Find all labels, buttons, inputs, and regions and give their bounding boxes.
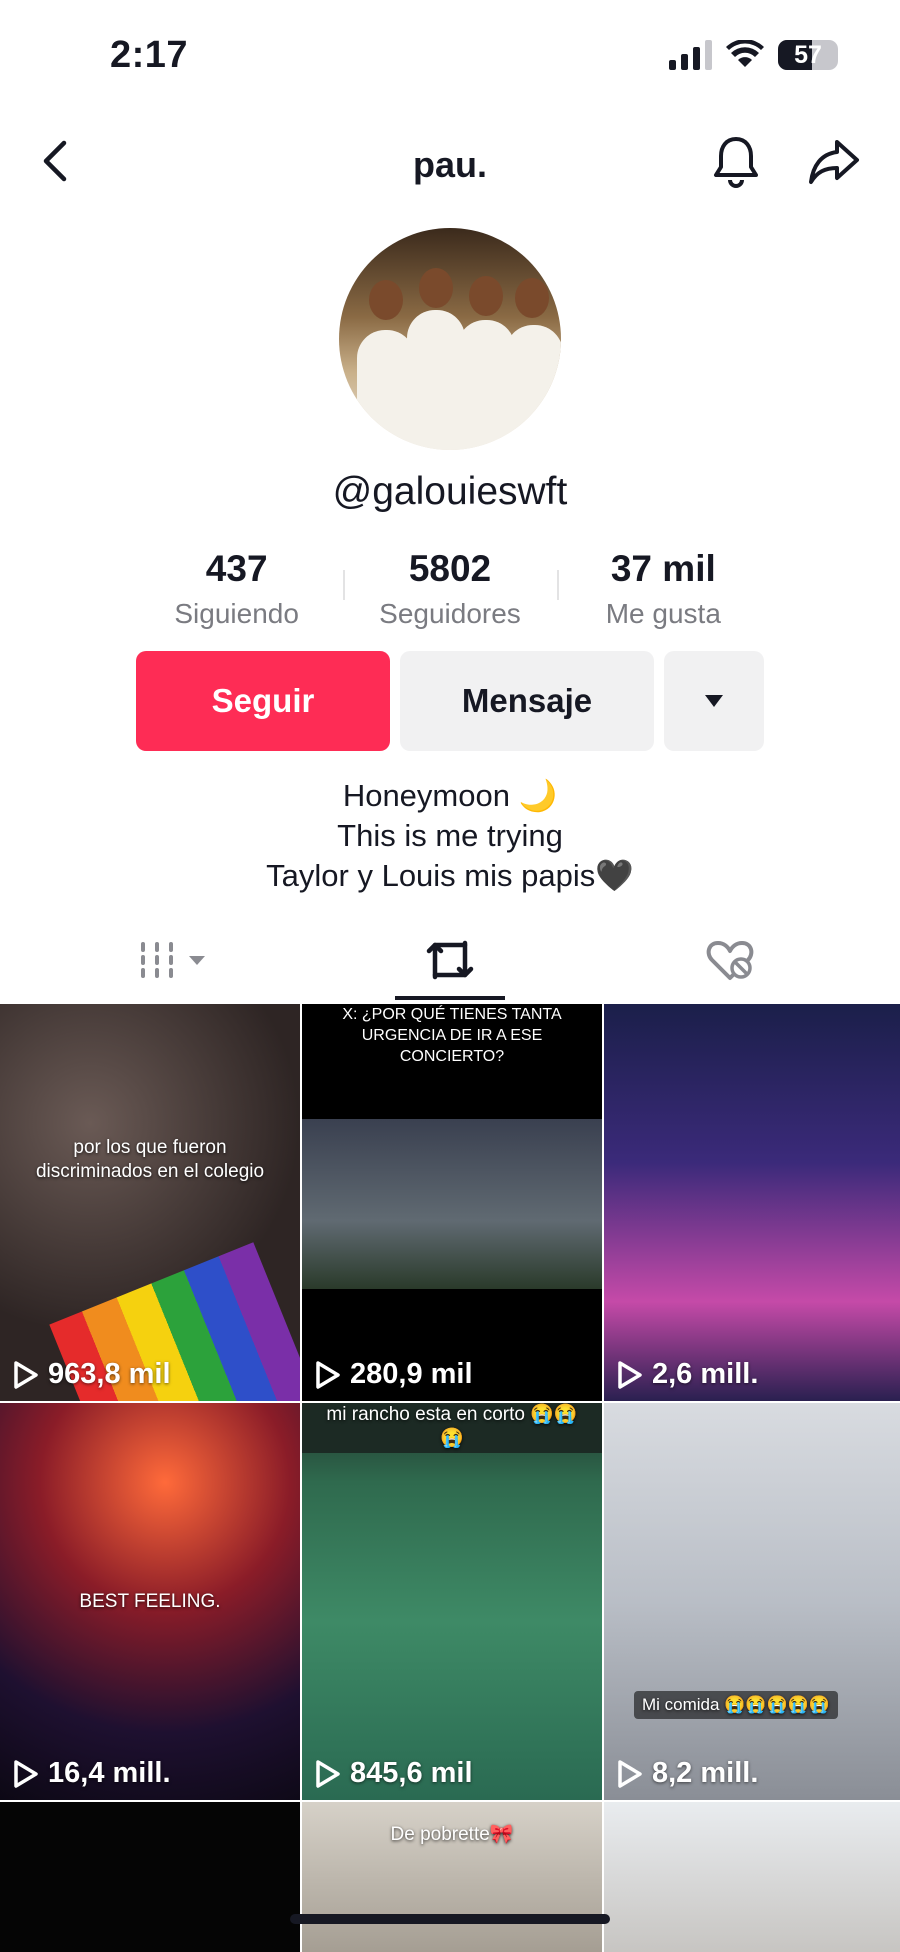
video-caption: Mi comida 😭😭😭😭😭 [634,1691,839,1719]
grid-icon [141,942,205,978]
profile-name-title: pau. [412,144,487,185]
video-tile[interactable]: De pobrette🎀 [302,1802,602,1952]
suggested-accounts-button[interactable] [664,651,764,751]
tab-videos[interactable] [120,918,230,1002]
video-tile[interactable]: por los que fueron discriminados en el c… [0,1004,300,1401]
stat-label: Seguidores [379,598,521,629]
view-count: 280,9 mil [314,1358,473,1391]
share-button[interactable] [804,132,864,192]
play-icon [618,1360,642,1389]
stat-value: 437 [205,548,268,589]
top-nav-bar: pau. [0,110,900,210]
video-tile[interactable]: Mi comida 😭😭😭😭😭 8,2 mill. [604,1403,900,1800]
video-tile[interactable]: 2,6 mill. [604,1004,900,1401]
profile-handle: @galouieswft [332,470,568,513]
stat-label: Siguiendo [174,598,299,629]
video-tile[interactable]: BEST FEELING. 16,4 mill. [0,1403,300,1800]
bell-icon [714,137,758,188]
play-icon [316,1360,340,1389]
active-tab-indicator [395,996,505,1000]
video-grid: por los que fueron discriminados en el c… [0,1004,900,1952]
view-count-value: 16,4 mill. [48,1757,171,1789]
view-count: 845,6 mil [314,1757,473,1790]
profile-stats: 437 Siguiendo 5802 Seguidores 37 mil Me … [130,548,770,638]
message-button[interactable]: Mensaje [400,651,654,751]
video-caption: mi rancho esta en corto 😭😭😭 [326,1404,578,1449]
status-icons: 57 [669,40,838,70]
bio-line: Honeymoon 🌙 [342,778,558,813]
video-caption: X: ¿POR QUÉ TIENES TANTA URGENCIA DE IR … [342,1006,562,1065]
view-count-value: 8,2 mill. [652,1757,759,1789]
view-count: 963,8 mil [12,1358,171,1391]
view-count: 2,6 mill. [616,1358,758,1391]
bio-line: This is me trying [337,818,563,853]
view-count-value: 963,8 mil [48,1358,171,1390]
notifications-button[interactable] [708,132,764,192]
tab-reposts[interactable] [395,918,505,1002]
status-time: 2:17 [110,34,189,76]
play-icon [14,1759,38,1788]
video-tile[interactable]: X: ¿POR QUÉ TIENES TANTA URGENCIA DE IR … [302,1004,602,1401]
bio-line: Taylor y Louis mis papis🖤 [266,858,634,893]
view-count-value: 845,6 mil [350,1757,473,1789]
stat-following[interactable]: 437 Siguiendo [130,548,343,638]
profile-bio: Honeymoon 🌙 This is me trying Taylor y L… [0,776,900,896]
stat-likes[interactable]: 37 mil Me gusta [556,548,770,638]
share-icon [809,140,859,184]
play-icon [316,1759,340,1788]
stat-followers[interactable]: 5802 Seguidores [343,548,556,638]
caret-down-icon [705,695,723,707]
video-caption: BEST FEELING. [79,1591,221,1612]
profile-tabs [0,918,900,1002]
wifi-icon [726,40,764,67]
battery-icon: 57 [778,40,838,70]
profile-avatar[interactable] [339,228,561,450]
status-bar: 2:17 57 [0,0,900,110]
battery-level: 57 [794,41,822,69]
video-caption: por los que fueron discriminados en el c… [35,1137,265,1182]
play-icon [14,1360,38,1389]
play-icon [618,1759,642,1788]
tab-liked[interactable] [675,918,785,1002]
home-indicator[interactable] [290,1914,610,1924]
follow-button[interactable]: Seguir [136,651,390,751]
cellular-signal-icon [669,40,712,70]
video-tile[interactable]: mi rancho esta en corto 😭😭😭 845,6 mil [302,1403,602,1800]
view-count-value: 280,9 mil [350,1358,473,1390]
stat-value: 37 mil [610,548,716,589]
repost-icon [426,940,474,980]
video-tile[interactable] [604,1802,900,1952]
video-caption: De pobrette🎀 [390,1824,514,1845]
stat-value: 5802 [408,548,492,589]
stat-label: Me gusta [605,598,721,629]
view-count-value: 2,6 mill. [652,1358,759,1390]
hidden-heart-icon [706,941,754,980]
view-count: 8,2 mill. [616,1757,758,1790]
view-count: 16,4 mill. [12,1757,171,1790]
video-tile[interactable] [0,1802,300,1952]
profile-actions: Seguir Mensaje [136,651,764,751]
